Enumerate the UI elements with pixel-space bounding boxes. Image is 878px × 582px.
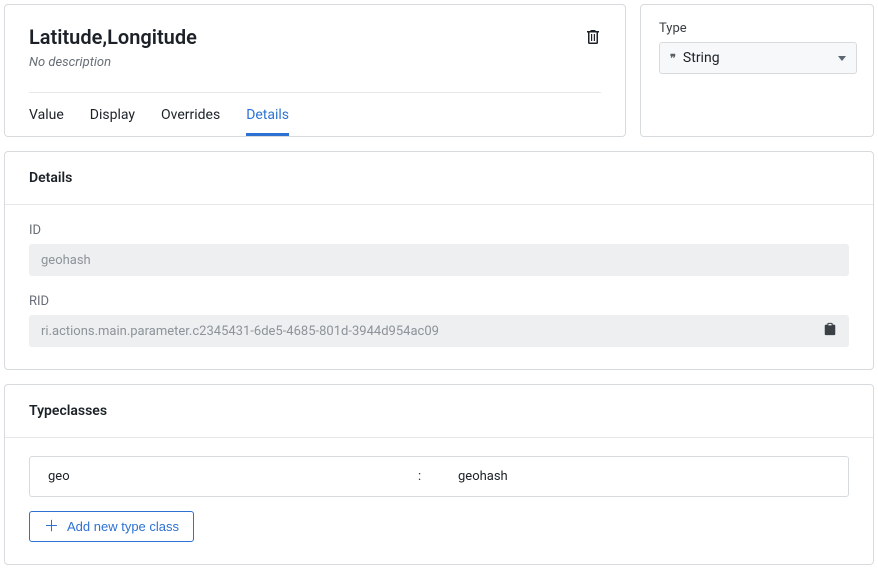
typeclass-key: geo: [48, 469, 418, 484]
plus-icon: ＋: [44, 519, 59, 534]
trash-icon: [585, 29, 601, 45]
id-field: geohash: [29, 244, 849, 276]
type-selected-value: String: [683, 50, 720, 66]
tab-details[interactable]: Details: [246, 107, 289, 136]
add-typeclass-label: Add new type class: [67, 519, 179, 534]
id-label: ID: [29, 223, 849, 238]
id-value: geohash: [41, 253, 91, 268]
rid-field: ri.actions.main.parameter.c2345431-6de5-…: [29, 315, 849, 347]
string-type-icon: ❞: [670, 52, 675, 65]
type-select[interactable]: ❞ String: [659, 42, 857, 74]
typeclasses-section-title: Typeclasses: [5, 385, 873, 437]
clipboard-icon: [823, 322, 837, 336]
typeclass-row: geo : geohash: [29, 456, 849, 497]
rid-value: ri.actions.main.parameter.c2345431-6de5-…: [41, 324, 439, 339]
add-typeclass-button[interactable]: ＋ Add new type class: [29, 511, 194, 542]
tab-value[interactable]: Value: [29, 107, 64, 136]
details-section-title: Details: [5, 152, 873, 204]
tab-bar: Value Display Overrides Details: [29, 93, 601, 136]
chevron-down-icon: [838, 56, 846, 61]
delete-button[interactable]: [585, 25, 601, 49]
typeclass-separator: :: [418, 469, 458, 484]
copy-rid-button[interactable]: [823, 322, 837, 340]
description-text: No description: [29, 55, 197, 70]
tab-display[interactable]: Display: [90, 107, 135, 136]
typeclass-value: geohash: [458, 469, 508, 484]
rid-label: RID: [29, 294, 849, 309]
type-label: Type: [659, 21, 857, 36]
tab-overrides[interactable]: Overrides: [161, 107, 220, 136]
page-title: Latitude,Longitude: [29, 25, 197, 49]
